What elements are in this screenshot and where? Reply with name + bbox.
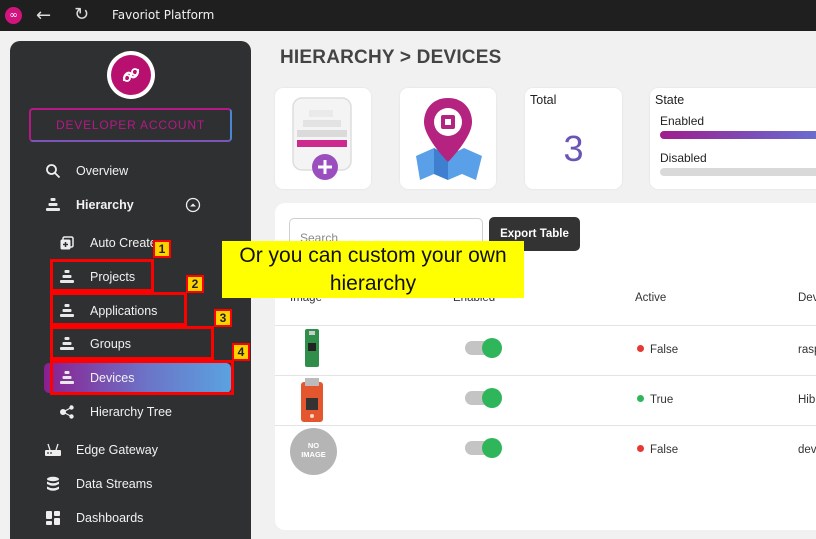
device-map-card[interactable] bbox=[400, 88, 496, 189]
reload-icon[interactable]: ↻ bbox=[74, 4, 89, 25]
column-header-device[interactable]: Dev bbox=[798, 292, 816, 304]
device-name: rasp bbox=[798, 344, 816, 356]
enabled-toggle[interactable] bbox=[465, 338, 502, 358]
marker-2: 2 bbox=[186, 275, 204, 293]
disabled-label: Disabled bbox=[660, 151, 707, 165]
divider bbox=[275, 325, 816, 326]
auto-create-icon bbox=[58, 234, 76, 252]
brand-logo-icon bbox=[111, 55, 151, 95]
highlight-applications bbox=[50, 292, 187, 326]
dashboard-icon bbox=[44, 509, 62, 527]
device-map-icon bbox=[416, 98, 482, 180]
divider bbox=[275, 375, 816, 376]
total-value: 3 bbox=[563, 128, 584, 169]
device-name: dev bbox=[798, 444, 816, 456]
back-arrow-icon[interactable]: ← bbox=[36, 5, 51, 26]
sidebar-item-label: Hierarchy bbox=[76, 198, 134, 212]
search-icon bbox=[44, 162, 62, 180]
enabled-toggle[interactable] bbox=[465, 438, 502, 458]
highlight-projects bbox=[50, 259, 154, 292]
hierarchy-icon bbox=[44, 196, 62, 214]
marker-1: 1 bbox=[153, 240, 171, 258]
active-status: False bbox=[637, 444, 678, 456]
highlight-groups bbox=[50, 326, 214, 360]
state-card: State Enabled Disabled bbox=[650, 88, 816, 189]
enabled-bar bbox=[660, 131, 816, 139]
sidebar-item-label: Dashboards bbox=[76, 511, 144, 525]
enabled-label: Enabled bbox=[660, 114, 705, 128]
sidebar-item-auto-create[interactable]: Auto Create bbox=[10, 228, 251, 258]
tree-icon bbox=[58, 403, 76, 421]
chevron-up-icon[interactable] bbox=[184, 196, 202, 214]
database-icon bbox=[44, 475, 62, 493]
gateway-icon bbox=[44, 441, 62, 459]
add-device-icon bbox=[292, 97, 352, 180]
device-board-image bbox=[301, 378, 323, 422]
status-dot-icon bbox=[637, 445, 644, 452]
developer-account-button[interactable]: DEVELOPER ACCOUNT bbox=[29, 108, 232, 142]
callout-note: Or you can custom your own hierarchy bbox=[222, 241, 524, 298]
active-status: False bbox=[637, 344, 678, 356]
highlight-devices bbox=[50, 360, 234, 395]
status-dot-icon bbox=[637, 395, 644, 402]
status-dot-icon bbox=[637, 345, 644, 352]
sidebar-item-hierarchy-tree[interactable]: Hierarchy Tree bbox=[10, 397, 251, 427]
sidebar-item-label: Overview bbox=[76, 164, 129, 178]
sidebar-item-dashboards[interactable]: Dashboards bbox=[10, 503, 251, 533]
sidebar-item-data-streams[interactable]: Data Streams bbox=[10, 469, 251, 499]
state-label: State bbox=[655, 93, 685, 107]
enabled-toggle[interactable] bbox=[465, 388, 502, 408]
sidebar-item-label: Edge Gateway bbox=[76, 443, 158, 457]
sidebar-item-label: Hierarchy Tree bbox=[90, 405, 172, 419]
page-title: HIERARCHY > DEVICES bbox=[280, 47, 502, 68]
brand-logo bbox=[107, 51, 155, 99]
sidebar-item-label: Data Streams bbox=[76, 477, 153, 491]
window-title: Favoriot Platform bbox=[112, 8, 215, 22]
marker-4: 4 bbox=[232, 343, 250, 361]
divider bbox=[275, 425, 816, 426]
title-bar: ∞ ← ↻ Favoriot Platform bbox=[0, 0, 816, 31]
active-status: True bbox=[637, 394, 673, 406]
total-label: Total bbox=[530, 93, 557, 107]
device-board-image bbox=[305, 329, 319, 367]
marker-3: 3 bbox=[214, 309, 232, 327]
sidebar-item-hierarchy[interactable]: Hierarchy bbox=[10, 190, 251, 220]
column-header-active[interactable]: Active bbox=[635, 292, 666, 304]
sidebar-item-overview[interactable]: Overview bbox=[10, 156, 251, 186]
sidebar-item-edge-gateway[interactable]: Edge Gateway bbox=[10, 435, 251, 465]
disabled-bar bbox=[660, 168, 816, 176]
device-name: Hib bbox=[798, 394, 816, 406]
add-device-card[interactable] bbox=[275, 88, 371, 189]
no-image-placeholder: NO IMAGE bbox=[290, 428, 337, 475]
app-logo-icon: ∞ bbox=[5, 7, 22, 24]
sidebar-item-label: Auto Create bbox=[90, 236, 157, 250]
total-devices-card: Total 3 bbox=[525, 88, 622, 189]
